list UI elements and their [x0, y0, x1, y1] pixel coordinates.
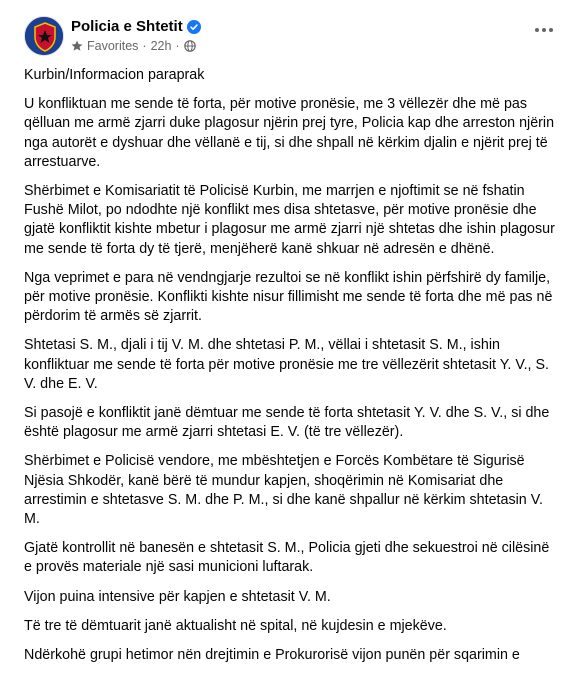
star-icon: [71, 40, 83, 51]
post-meta: Favorites · 22h ·: [71, 39, 196, 53]
meta-separator-2: ·: [175, 39, 180, 53]
globe-icon: [183, 40, 196, 52]
post-paragraph: Ndërkohë grupi hetimor nën drejtimin e P…: [24, 647, 520, 664]
more-options-dot: [542, 28, 546, 32]
post-paragraph: Gjatë kontrollit në banesën e shtetasit …: [24, 540, 550, 576]
verified-badge-icon: [186, 19, 201, 34]
post-paragraph: Shtetasi S. M., djali i tij V. M. dhe sh…: [24, 337, 550, 392]
page-avatar[interactable]: [24, 16, 64, 56]
post-paragraph: Si pasojë e konfliktit janë dëmtuar me s…: [24, 405, 550, 441]
post-header: Policia e Shtetit Favorites · 22h ·: [0, 0, 580, 66]
post-paragraph: Të tre të dëmtuarit janë aktualisht në s…: [24, 617, 447, 634]
page-name-text[interactable]: Policia e Shtetit: [71, 18, 183, 35]
post-paragraph: Kurbin/Informacion paraprak: [24, 67, 205, 83]
police-badge-avatar: [25, 17, 63, 55]
more-options-dot: [549, 28, 553, 32]
post-timestamp[interactable]: 22h: [151, 39, 172, 53]
post-paragraph: Nga veprimet e para në vendngjarje rezul…: [24, 269, 553, 325]
post-body: Kurbin/Informacion paraprak U konfliktua…: [24, 66, 558, 675]
post-paragraph: Vijon puina intensive për kapjen e shtet…: [24, 588, 331, 605]
post-paragraph: U konfliktuan me sende të forta, për mot…: [24, 96, 555, 170]
more-options-icon: [535, 28, 539, 32]
audience-label[interactable]: Favorites: [87, 39, 138, 53]
post-paragraph: Shërbimet e Komisariatit të Policisë Kur…: [24, 183, 555, 257]
post-paragraph: Shërbimet e Policisë vendore, me mbështe…: [24, 453, 543, 528]
meta-separator: ·: [142, 39, 147, 53]
page-name[interactable]: Policia e Shtetit: [71, 18, 201, 35]
more-options-button[interactable]: [530, 20, 558, 40]
